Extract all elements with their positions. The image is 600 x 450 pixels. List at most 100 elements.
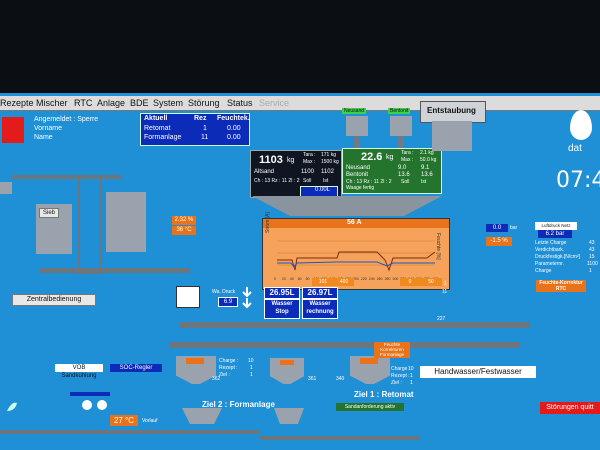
main-belt-conveyor xyxy=(180,322,530,328)
fan-icons xyxy=(80,398,110,412)
mid-conveyor xyxy=(40,268,190,273)
param-value-2: 43 xyxy=(589,247,595,253)
mixer-axis-tick: 300 xyxy=(392,277,399,281)
menu-rtc[interactable]: RTC xyxy=(74,96,92,110)
pressure-bar-unit: bar xyxy=(510,225,518,231)
mixer-value-3: 0 xyxy=(400,278,420,286)
menu-rezepte[interactable]: Rezepte xyxy=(0,96,34,110)
bin-retomat-level xyxy=(360,358,378,364)
param-value-1: 43 xyxy=(589,240,595,246)
hand-water-button[interactable]: Handwasser/Festwasser xyxy=(420,366,536,378)
monitor-bezel xyxy=(0,0,600,93)
water-filter-icon xyxy=(176,286,200,308)
soc-controller-button[interactable]: SOC-Regler xyxy=(110,364,162,372)
moisture-correction-button[interactable]: Feuchte-Korrektur RTC xyxy=(536,280,586,292)
mixer-left-label: Strom [A] xyxy=(265,212,271,233)
last-name-label: Name xyxy=(34,134,53,141)
bentonit-ist: 13.6 xyxy=(421,172,433,178)
neusand-name: Neusand xyxy=(346,165,371,171)
additive-silos: Neusand Bentonit xyxy=(340,108,418,150)
moisture-deviation: -1.5 % xyxy=(486,237,512,246)
bin2-target: 1 xyxy=(410,380,413,386)
row-retomat-rez: 1 xyxy=(203,125,207,132)
param-value-4: 1100 xyxy=(587,261,598,267)
bin-number-362: 362 xyxy=(212,376,221,382)
dedusting-label: Entstaubung xyxy=(427,106,476,115)
zentralbedienung-button[interactable]: Zentralbedienung xyxy=(12,294,96,306)
param-value-3: 15 xyxy=(589,254,595,260)
altsand-tara: 171 kg xyxy=(321,152,337,158)
additive-soll-label: Soll xyxy=(401,179,410,185)
inlet-temp: 27 °C xyxy=(110,415,138,426)
silo-bentonit-outlet xyxy=(398,136,404,148)
menu-anlage[interactable]: Anlage xyxy=(97,96,125,110)
additive-max-label: Max : xyxy=(401,157,414,163)
altsand-soll-label: Soll xyxy=(303,178,312,184)
neusand-ist: 9.1 xyxy=(421,165,430,171)
moisture-correction-formanlage[interactable]: Feuchte Korrekturen Formanlage xyxy=(374,342,410,358)
top-conveyor xyxy=(12,175,122,179)
altsand-weight: 1103 xyxy=(259,154,283,166)
acknowledge-faults-button[interactable]: Störungen quitt xyxy=(540,402,600,414)
plant-logo-icon xyxy=(2,117,24,143)
water-calc-button[interactable]: Wasser rechnung xyxy=(302,299,338,319)
bentonit-name: Bentonit xyxy=(346,172,369,178)
param-label-4: Parameternr. xyxy=(535,261,564,267)
silo-neusand-label: Neusand xyxy=(342,108,367,114)
clock: 07:4 xyxy=(556,168,600,193)
vob-cooling-label: VOB Sandkühlung xyxy=(55,364,103,379)
menu-service[interactable]: Service xyxy=(259,96,289,110)
param-label-5: Charge xyxy=(535,268,552,274)
sieb-label: Sieb xyxy=(39,208,59,218)
inlet-temp-label: Vorlauf xyxy=(142,418,158,424)
bucket-elevator xyxy=(78,175,102,274)
distribution-belt-right xyxy=(340,342,520,348)
current-recipe-panel: Aktuell Rez Feuchtek. Retomat 1 0.00 For… xyxy=(140,113,250,146)
altsand-max-label: Max : xyxy=(303,159,316,165)
altsand-unit: kg xyxy=(287,157,295,164)
menu-status[interactable]: Status xyxy=(227,96,253,110)
additive-unit: kg xyxy=(386,154,394,161)
row-retomat-feucht: 0.00 xyxy=(227,125,241,132)
water-actual-2: 26.97L xyxy=(302,287,338,299)
menu-stoerung[interactable]: Störung xyxy=(188,96,220,110)
bin-number-340: 340 xyxy=(336,376,345,382)
mixer-right-label: Feuchte [%] xyxy=(435,233,441,260)
bottom-conveyor-right xyxy=(260,436,420,440)
mixer-axis-tick: 260 xyxy=(376,277,383,281)
menu-bde[interactable]: BDE xyxy=(130,96,149,110)
bin1-charge-label: Charge : xyxy=(219,358,239,364)
mixer-value-1: 101 xyxy=(312,278,334,286)
bin1-charge: 10 xyxy=(248,358,254,364)
altsand-soll-value: 1100 xyxy=(301,169,314,175)
mixer-axis-tick: 240 xyxy=(368,277,375,281)
menu-mischer[interactable]: Mischer xyxy=(36,96,68,110)
water-stop-button[interactable]: Wasser Stop xyxy=(264,299,300,319)
belt-number-227: 227 xyxy=(437,316,446,322)
login-status: Angemeldet : Sperre xyxy=(34,116,99,123)
mixer-axis-tick: 0 xyxy=(274,277,276,281)
altsand-ist-label: Ist xyxy=(323,178,329,184)
param-label-3: Druckfestigk.[N/cm²] xyxy=(535,254,581,260)
leaf-icon-left xyxy=(5,400,19,412)
water-pressure-value: 6.9 xyxy=(218,297,238,307)
bin1-target-label: Ziel : xyxy=(219,372,230,378)
additive-tara-label: Tara : xyxy=(401,150,414,156)
brand-text: dat xyxy=(568,143,582,154)
mixer-axis-tick: 20 xyxy=(281,277,286,281)
brand-logo: dat xyxy=(568,105,600,157)
bin2-recipe-label: Rezept : xyxy=(391,373,410,379)
param-label-2: Verdichtbark. xyxy=(535,247,565,253)
bin2-target-label: Ziel : xyxy=(391,380,402,386)
water-drop-icon xyxy=(570,110,592,140)
menu-system[interactable]: System xyxy=(153,96,183,110)
water-actual-1: 26.95L xyxy=(264,287,300,299)
altsand-name: Altsand xyxy=(254,169,275,175)
altsand-tara-label: Tara : xyxy=(303,152,316,158)
dedusting-unit[interactable]: Entstaubung xyxy=(420,101,486,123)
parameter-panel: Letzte Charge 43 Verdichtbark. 43 Druckf… xyxy=(533,240,600,276)
altsand-water-value: 0.00L xyxy=(315,187,331,193)
mixer-axis-tick: 60 xyxy=(297,277,302,281)
bin-formanlage-level xyxy=(186,358,204,364)
additive-status: Waage fertig xyxy=(346,185,375,191)
